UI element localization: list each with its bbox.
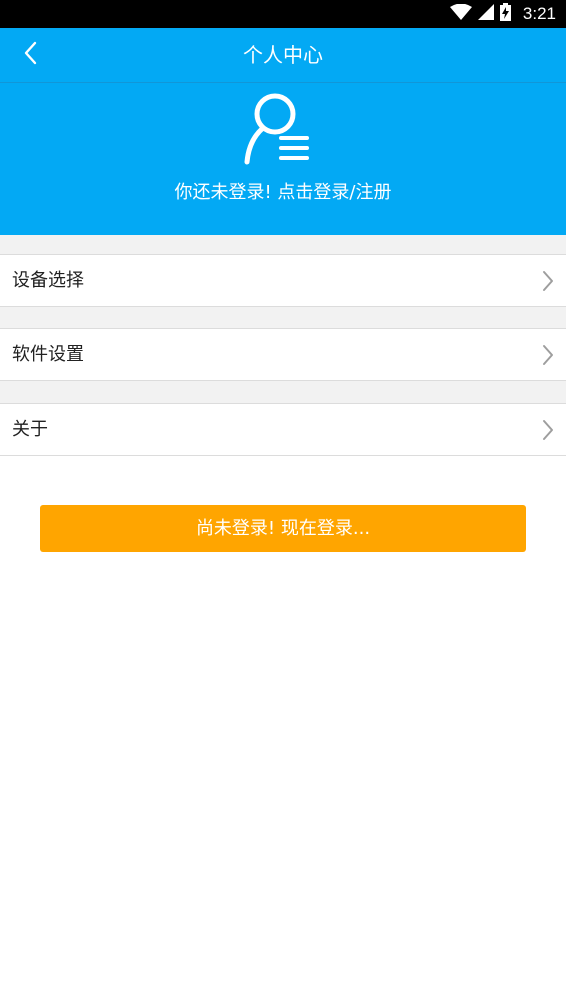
page-title: 个人中心 (243, 43, 323, 67)
chevron-right-icon (542, 344, 554, 366)
section-divider (0, 381, 566, 403)
menu-item-label: 关于 (12, 419, 48, 440)
toolbar: 个人中心 (0, 28, 566, 83)
menu-item-label: 设备选择 (12, 270, 84, 291)
avatar[interactable] (243, 92, 313, 166)
user-profile-icon (243, 93, 313, 170)
profile-header: 个人中心 你还未登录! 点击登录/注册 (0, 28, 566, 235)
battery-charging-icon (499, 3, 511, 25)
chevron-right-icon (542, 419, 554, 441)
status-time: 3:21 (522, 4, 556, 23)
status-icons: 3:21 (449, 0, 556, 28)
section-divider (0, 307, 566, 328)
chevron-right-icon (542, 270, 554, 292)
menu-item-label: 软件设置 (12, 344, 84, 365)
status-bar: 3:21 (0, 0, 566, 28)
menu-item-software-settings[interactable]: 软件设置 (0, 328, 566, 381)
section-divider (0, 235, 566, 254)
cell-signal-icon (477, 4, 494, 24)
menu-item-about[interactable]: 关于 (0, 403, 566, 456)
login-now-button[interactable]: 尚未登录! 现在登录... (40, 505, 526, 552)
wifi-icon (449, 3, 472, 24)
login-register-link[interactable]: 你还未登录! 点击登录/注册 (0, 178, 566, 204)
menu-item-device-select[interactable]: 设备选择 (0, 254, 566, 307)
